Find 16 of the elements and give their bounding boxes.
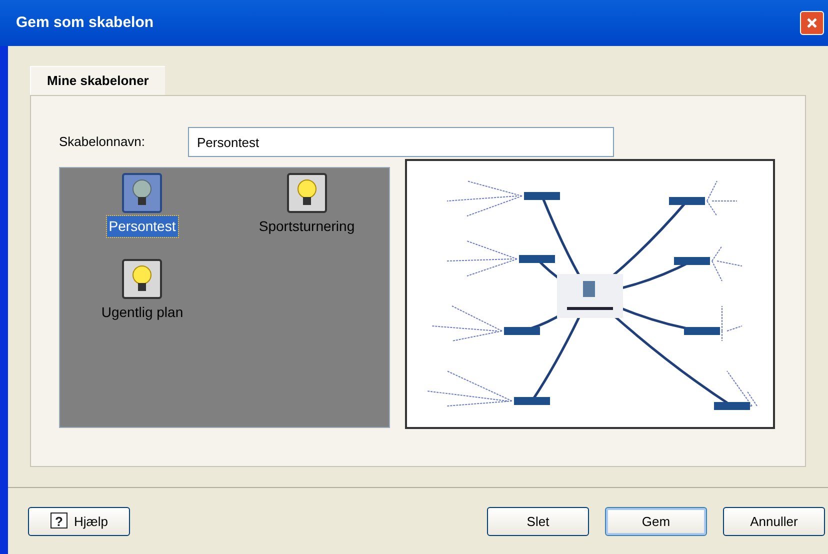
lightbulb-icon <box>122 173 162 213</box>
window-title: Gem som skabelon <box>16 12 154 33</box>
template-item[interactable]: Persontest <box>106 216 178 237</box>
dialog-button[interactable]: Slet <box>487 507 589 536</box>
close-button[interactable] <box>800 11 824 35</box>
template-name-field[interactable]: Persontest <box>188 127 614 157</box>
dialog-button[interactable]: Gem <box>605 507 707 536</box>
lightbulb-icon <box>122 259 162 299</box>
template-item[interactable]: Ugentlig plan <box>99 302 186 323</box>
lightbulb-icon <box>286 173 327 213</box>
field-label: Skabelonnavn: <box>59 133 146 152</box>
help-button[interactable]: ? Hjælp <box>28 507 130 536</box>
close-icon <box>806 17 818 29</box>
template-item[interactable]: Sportsturnering <box>256 216 357 237</box>
tab[interactable]: Mine skabeloner <box>30 66 165 95</box>
dialog-button[interactable]: Annuller <box>723 507 825 536</box>
